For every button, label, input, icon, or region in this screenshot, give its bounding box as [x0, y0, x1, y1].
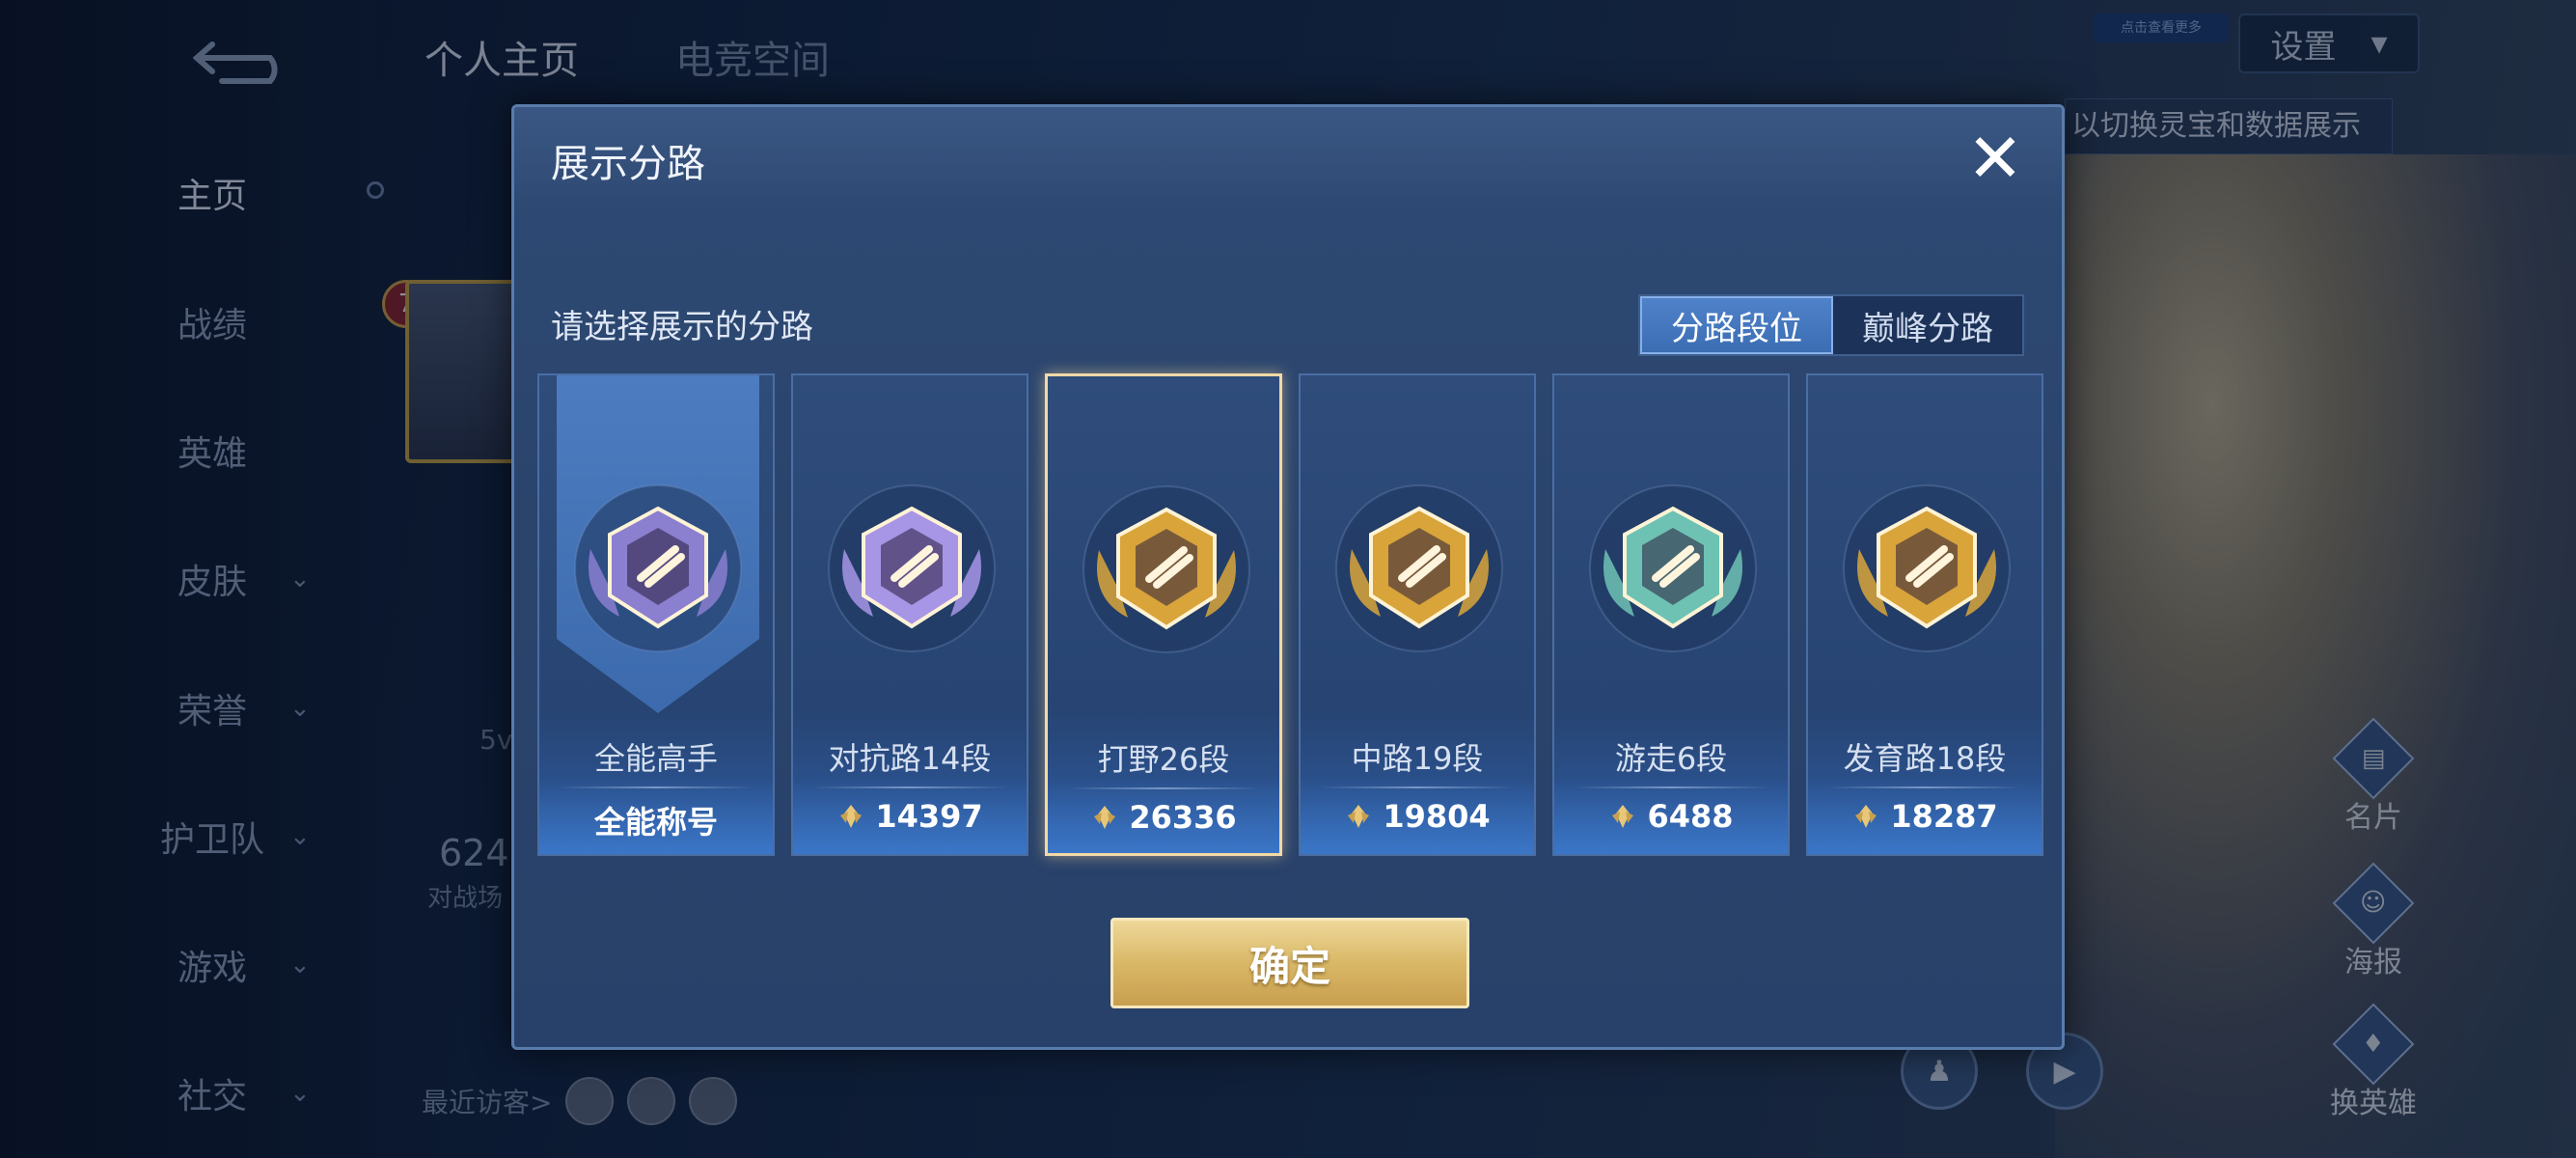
toggle-peak-lane[interactable]: 巅峰分路: [1833, 296, 2022, 354]
lane-score: 18287: [1808, 798, 2042, 835]
points-icon: [1094, 806, 1116, 829]
lane-card[interactable]: 打野26段 26336: [1045, 373, 1282, 856]
lane-score-value: 26336: [1129, 799, 1237, 836]
points-icon: [1855, 805, 1877, 828]
lane-score: 6488: [1554, 798, 1788, 835]
mid-lane-emblem-icon: [1335, 484, 1503, 652]
lane-score: 14397: [793, 798, 1027, 835]
points-icon: [1612, 805, 1634, 828]
lane-display-dialog: 展示分路 ✕ 请选择展示的分路 分路段位 巅峰分路 全能高手 全能称号 对抗路14段…: [511, 104, 2065, 1050]
roam-emblem-icon: [1589, 484, 1757, 652]
lane-cards: 全能高手 全能称号 对抗路14段 14397 打野26段 26336 中路19段 19804 游…: [537, 373, 2043, 856]
close-icon[interactable]: ✕: [1961, 124, 2029, 194]
lane-name: 发育路18段: [1843, 740, 2007, 777]
divider: [1827, 786, 2022, 788]
lane-name: 全能高手: [593, 740, 718, 777]
lane-score-value: 全能称号: [593, 804, 718, 841]
lane-name: 对抗路14段: [828, 740, 992, 777]
lane-score: 全能称号: [539, 798, 773, 842]
divider: [559, 786, 754, 788]
rank-type-toggle: 分路段位 巅峰分路: [1638, 294, 2024, 356]
lane-name: 打野26段: [1097, 741, 1230, 778]
lane-card[interactable]: 全能高手 全能称号: [537, 373, 775, 856]
jungle-emblem-icon: [1082, 485, 1250, 653]
lane-name: 中路19段: [1351, 740, 1484, 777]
dialog-title: 展示分路: [551, 142, 705, 186]
lane-card[interactable]: 中路19段 19804: [1299, 373, 1536, 856]
divider: [1067, 787, 1260, 789]
toggle-lane-rank[interactable]: 分路段位: [1640, 296, 1833, 354]
lane-card[interactable]: 游走6段 6488: [1552, 373, 1790, 856]
all-round-emblem-icon: [574, 484, 742, 652]
lane-score-value: 18287: [1890, 798, 1998, 835]
lane-name: 游走6段: [1614, 740, 1728, 777]
lane-card[interactable]: 发育路18段 18287: [1806, 373, 2043, 856]
lane-card[interactable]: 对抗路14段 14397: [791, 373, 1028, 856]
divider: [1320, 786, 1515, 788]
dialog-subtitle: 请选择展示的分路: [551, 308, 813, 346]
divider: [812, 786, 1007, 788]
confirm-button[interactable]: 确定: [1110, 918, 1469, 1008]
points-icon: [840, 805, 863, 828]
points-icon: [1348, 805, 1370, 828]
farm-lane-emblem-icon: [1843, 484, 2011, 652]
lane-score: 19804: [1301, 798, 1534, 835]
lane-score: 26336: [1048, 799, 1279, 836]
clash-lane-emblem-icon: [828, 484, 996, 652]
lane-score-value: 19804: [1383, 798, 1491, 835]
lane-score-value: 14397: [875, 798, 983, 835]
lane-score-value: 6488: [1647, 798, 1734, 835]
divider: [1574, 786, 1768, 788]
